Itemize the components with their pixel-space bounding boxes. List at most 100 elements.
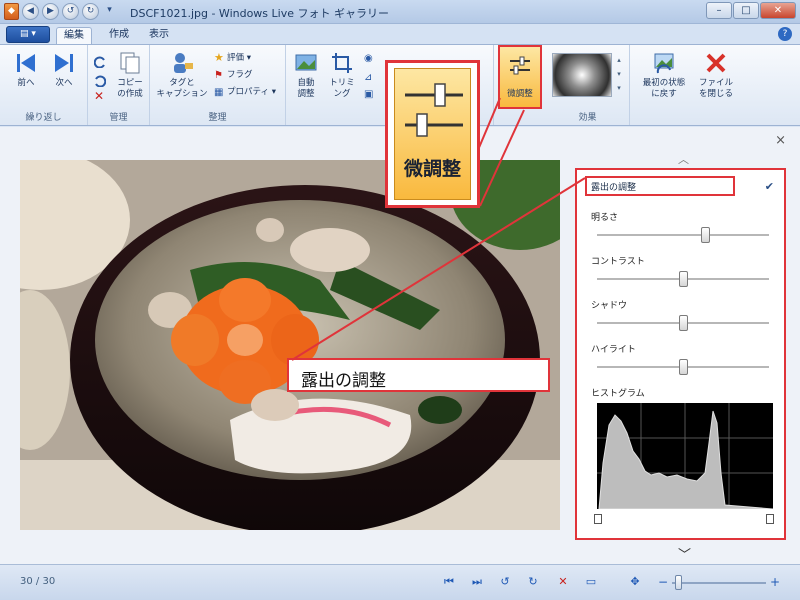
auto-adjust-label: 自動 調整 [297, 78, 315, 99]
effect-thumbnail-grayscale[interactable] [552, 53, 612, 97]
brightness-slider-thumb[interactable] [701, 227, 711, 243]
slideshow-icon[interactable]: ▭ [582, 573, 600, 591]
revert-button[interactable]: 最初の状態 に戻す [634, 51, 694, 100]
rating-button[interactable]: ★ 評価 ▾ [214, 52, 251, 65]
prev-photo-icon[interactable]: ⏮ [440, 573, 458, 591]
rotate-left-icon[interactable]: ↺ [62, 3, 79, 20]
ribbon-tabs: ▤ ▾ 編集 作成 表示 ? [0, 24, 800, 44]
group-manage: ✕ コピー の作成 管理 [88, 45, 150, 125]
delete-status-icon[interactable]: ✕ [554, 573, 572, 591]
close-file-label: ファイル を閉じる [698, 78, 733, 99]
close-x-icon [704, 51, 728, 75]
prev-label: 前へ [17, 78, 35, 88]
rotate-left-small-icon[interactable] [93, 53, 106, 72]
shadow-label: シャドウ [591, 301, 628, 311]
zoom-slider-thumb[interactable] [674, 575, 682, 590]
maximize-button[interactable]: □ [733, 2, 759, 19]
app-icon[interactable]: ◆ [4, 3, 19, 20]
next-photo-icon[interactable]: ⏭ [468, 573, 486, 591]
group-effects: ▴ ▾ ▾ 効果 [546, 45, 630, 125]
forward-arrow-icon[interactable]: ▶ [42, 3, 59, 20]
skip-forward-icon [52, 51, 76, 75]
retouch-icon[interactable]: ▣ [364, 89, 373, 100]
zoom-out-icon[interactable]: − [654, 573, 672, 591]
copy-icon [118, 51, 142, 75]
app-menu-button[interactable]: ▤ ▾ [6, 26, 50, 43]
tag-person-icon [170, 51, 194, 75]
red-eye-icon[interactable]: ◉ [364, 53, 373, 64]
help-icon[interactable]: ? [778, 27, 792, 41]
properties-label: プロパティ [227, 87, 269, 97]
tab-view[interactable]: 表示 [144, 27, 174, 44]
flag-icon: ⚑ [214, 70, 223, 81]
fine-tune-button[interactable]: 微調整 [498, 45, 542, 109]
auto-adjust-icon [294, 51, 318, 75]
group-navigate: 前へ 次へ 繰り返し [0, 45, 88, 125]
expand-down-icon[interactable]: ﹀ [678, 544, 691, 563]
status-bar: 30 / 30 ⏮ ⏭ ↺ ↻ ✕ ▭ ✥ − + [0, 564, 800, 600]
next-button[interactable]: 次へ [48, 51, 80, 89]
highlight-label: ハイライト [591, 345, 636, 355]
photo-preview[interactable] [20, 160, 560, 530]
group-label-organize: 整理 [208, 113, 227, 123]
close-file-button[interactable]: ファイル を閉じる [696, 51, 736, 100]
copy-button[interactable]: コピー の作成 [112, 51, 148, 100]
minimize-button[interactable]: – [706, 2, 732, 19]
close-window-button[interactable]: ✕ [760, 2, 796, 19]
rotate-right-status-icon[interactable]: ↻ [524, 573, 542, 591]
histogram-white-point-handle[interactable] [766, 514, 774, 524]
photo-soup-bowl [20, 160, 560, 530]
fine-tune-label: 微調整 [507, 89, 533, 99]
fit-window-icon[interactable]: ✥ [626, 573, 644, 591]
close-panel-button[interactable]: × [775, 133, 786, 148]
rotate-right-icon[interactable]: ↻ [82, 3, 99, 20]
shadow-slider[interactable] [597, 315, 769, 331]
crop-button[interactable]: トリミ ング [326, 51, 358, 100]
shadow-slider-thumb[interactable] [679, 315, 688, 331]
tag-caption-button[interactable]: タグと キャプション [154, 51, 210, 100]
star-icon: ★ [214, 51, 224, 64]
contrast-label: コントラスト [591, 257, 645, 267]
zoom-in-icon[interactable]: + [766, 573, 784, 591]
zoom-slider[interactable] [672, 582, 766, 584]
fine-tune-callout-label: 微調整 [403, 158, 461, 180]
straighten-icon[interactable]: ⊿ [364, 72, 372, 83]
tag-caption-label: タグと キャプション [156, 78, 208, 99]
page-counter: 30 / 30 [20, 576, 56, 587]
exposure-section-header[interactable]: 露出の調整 [585, 176, 735, 196]
effects-scroll-icon[interactable]: ▴ ▾ ▾ [614, 53, 624, 97]
histogram-graph [597, 403, 774, 510]
histogram-black-point-handle[interactable] [594, 514, 602, 524]
rotate-left-status-icon[interactable]: ↺ [496, 573, 514, 591]
highlight-slider[interactable] [597, 359, 769, 375]
window-title: DSCF1021.jpg - Windows Live フォト ギャラリー [130, 7, 389, 20]
contrast-slider[interactable] [597, 271, 769, 287]
delete-icon[interactable]: ✕ [94, 89, 104, 103]
properties-icon: ▦ [214, 87, 224, 98]
tab-create[interactable]: 作成 [104, 27, 134, 44]
contrast-slider-thumb[interactable] [679, 271, 688, 287]
collapse-up-icon[interactable]: ︿ [678, 151, 689, 167]
flag-button[interactable]: ⚑ フラグ [214, 69, 253, 82]
qat-dropdown-icon[interactable]: ▾ [102, 3, 117, 20]
exposure-callout-label: 露出の調整 [301, 371, 386, 391]
prev-button[interactable]: 前へ [10, 51, 42, 89]
fine-tune-zoom-callout: 微調整 [385, 60, 480, 208]
exposure-callout: 露出の調整 [287, 358, 550, 392]
group-label-manage: 管理 [109, 113, 128, 123]
highlight-slider-thumb[interactable] [679, 359, 688, 375]
group-label-effects: 効果 [578, 113, 597, 123]
revert-label: 最初の状態 に戻す [642, 78, 686, 99]
tab-edit[interactable]: 編集 [56, 27, 92, 44]
brightness-slider[interactable] [597, 227, 769, 243]
exposure-header-label: 露出の調整 [591, 183, 637, 193]
group-close: 最初の状態 に戻す ファイル を閉じる [630, 45, 770, 125]
properties-button[interactable]: ▦ プロパティ ▾ [214, 86, 276, 99]
back-arrow-icon[interactable]: ◀ [22, 3, 39, 20]
crop-label: トリミ ング [329, 78, 355, 99]
fine-tune-callout-button: 微調整 [394, 68, 471, 200]
revert-icon [652, 51, 676, 75]
fine-tune-panel: 露出の調整 ✔ 明るさ コントラスト シャドウ ハイライト ヒストグラム [575, 168, 786, 540]
histogram-label: ヒストグラム [591, 389, 645, 399]
auto-adjust-button[interactable]: 自動 調整 [290, 51, 322, 100]
